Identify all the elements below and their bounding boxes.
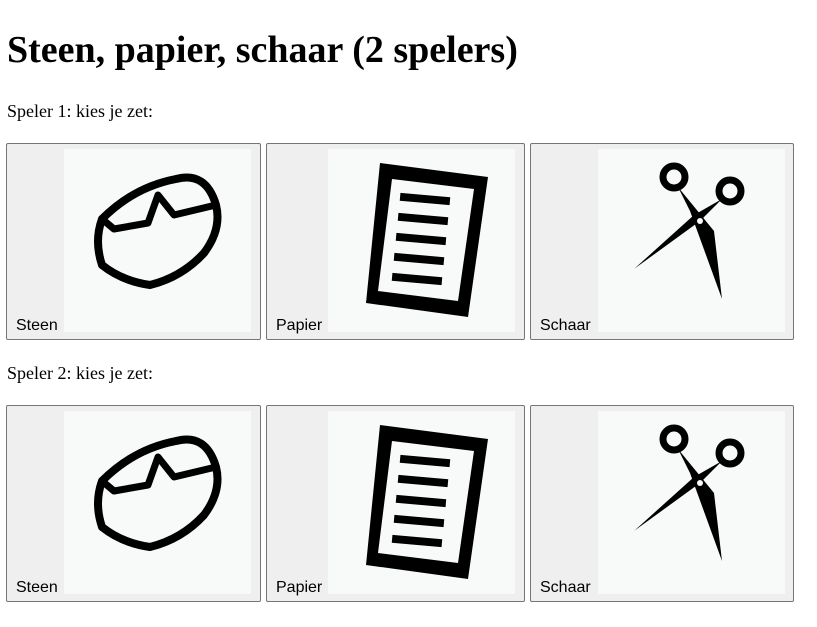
- rock-icon: [64, 149, 251, 332]
- scissors-icon: [598, 149, 785, 332]
- paper-icon: [328, 411, 515, 594]
- player-2-scissors-button[interactable]: Schaar: [530, 405, 794, 602]
- paper-button-label: Papier: [276, 317, 323, 334]
- player-2-rock-button[interactable]: Steen: [6, 405, 261, 602]
- player-2-paper-button[interactable]: Papier: [266, 405, 525, 602]
- scissors-icon: [598, 411, 785, 594]
- player-1-prompt: Speler 1: kies je zet:: [7, 101, 153, 121]
- player-1-scissors-button[interactable]: Schaar: [530, 143, 794, 340]
- scissors-button-label: Schaar: [540, 579, 591, 596]
- rock-button-label: Steen: [16, 579, 58, 596]
- player-1-paper-button[interactable]: Papier: [266, 143, 525, 340]
- player-1-rock-button[interactable]: Steen: [6, 143, 261, 340]
- player-2-prompt: Speler 2: kies je zet:: [7, 363, 153, 383]
- paper-button-label: Papier: [276, 579, 323, 596]
- scissors-button-label: Schaar: [540, 317, 591, 334]
- page-title: Steen, papier, schaar (2 spelers): [7, 29, 518, 71]
- rock-icon: [64, 411, 251, 594]
- rock-button-label: Steen: [16, 317, 58, 334]
- paper-icon: [328, 149, 515, 332]
